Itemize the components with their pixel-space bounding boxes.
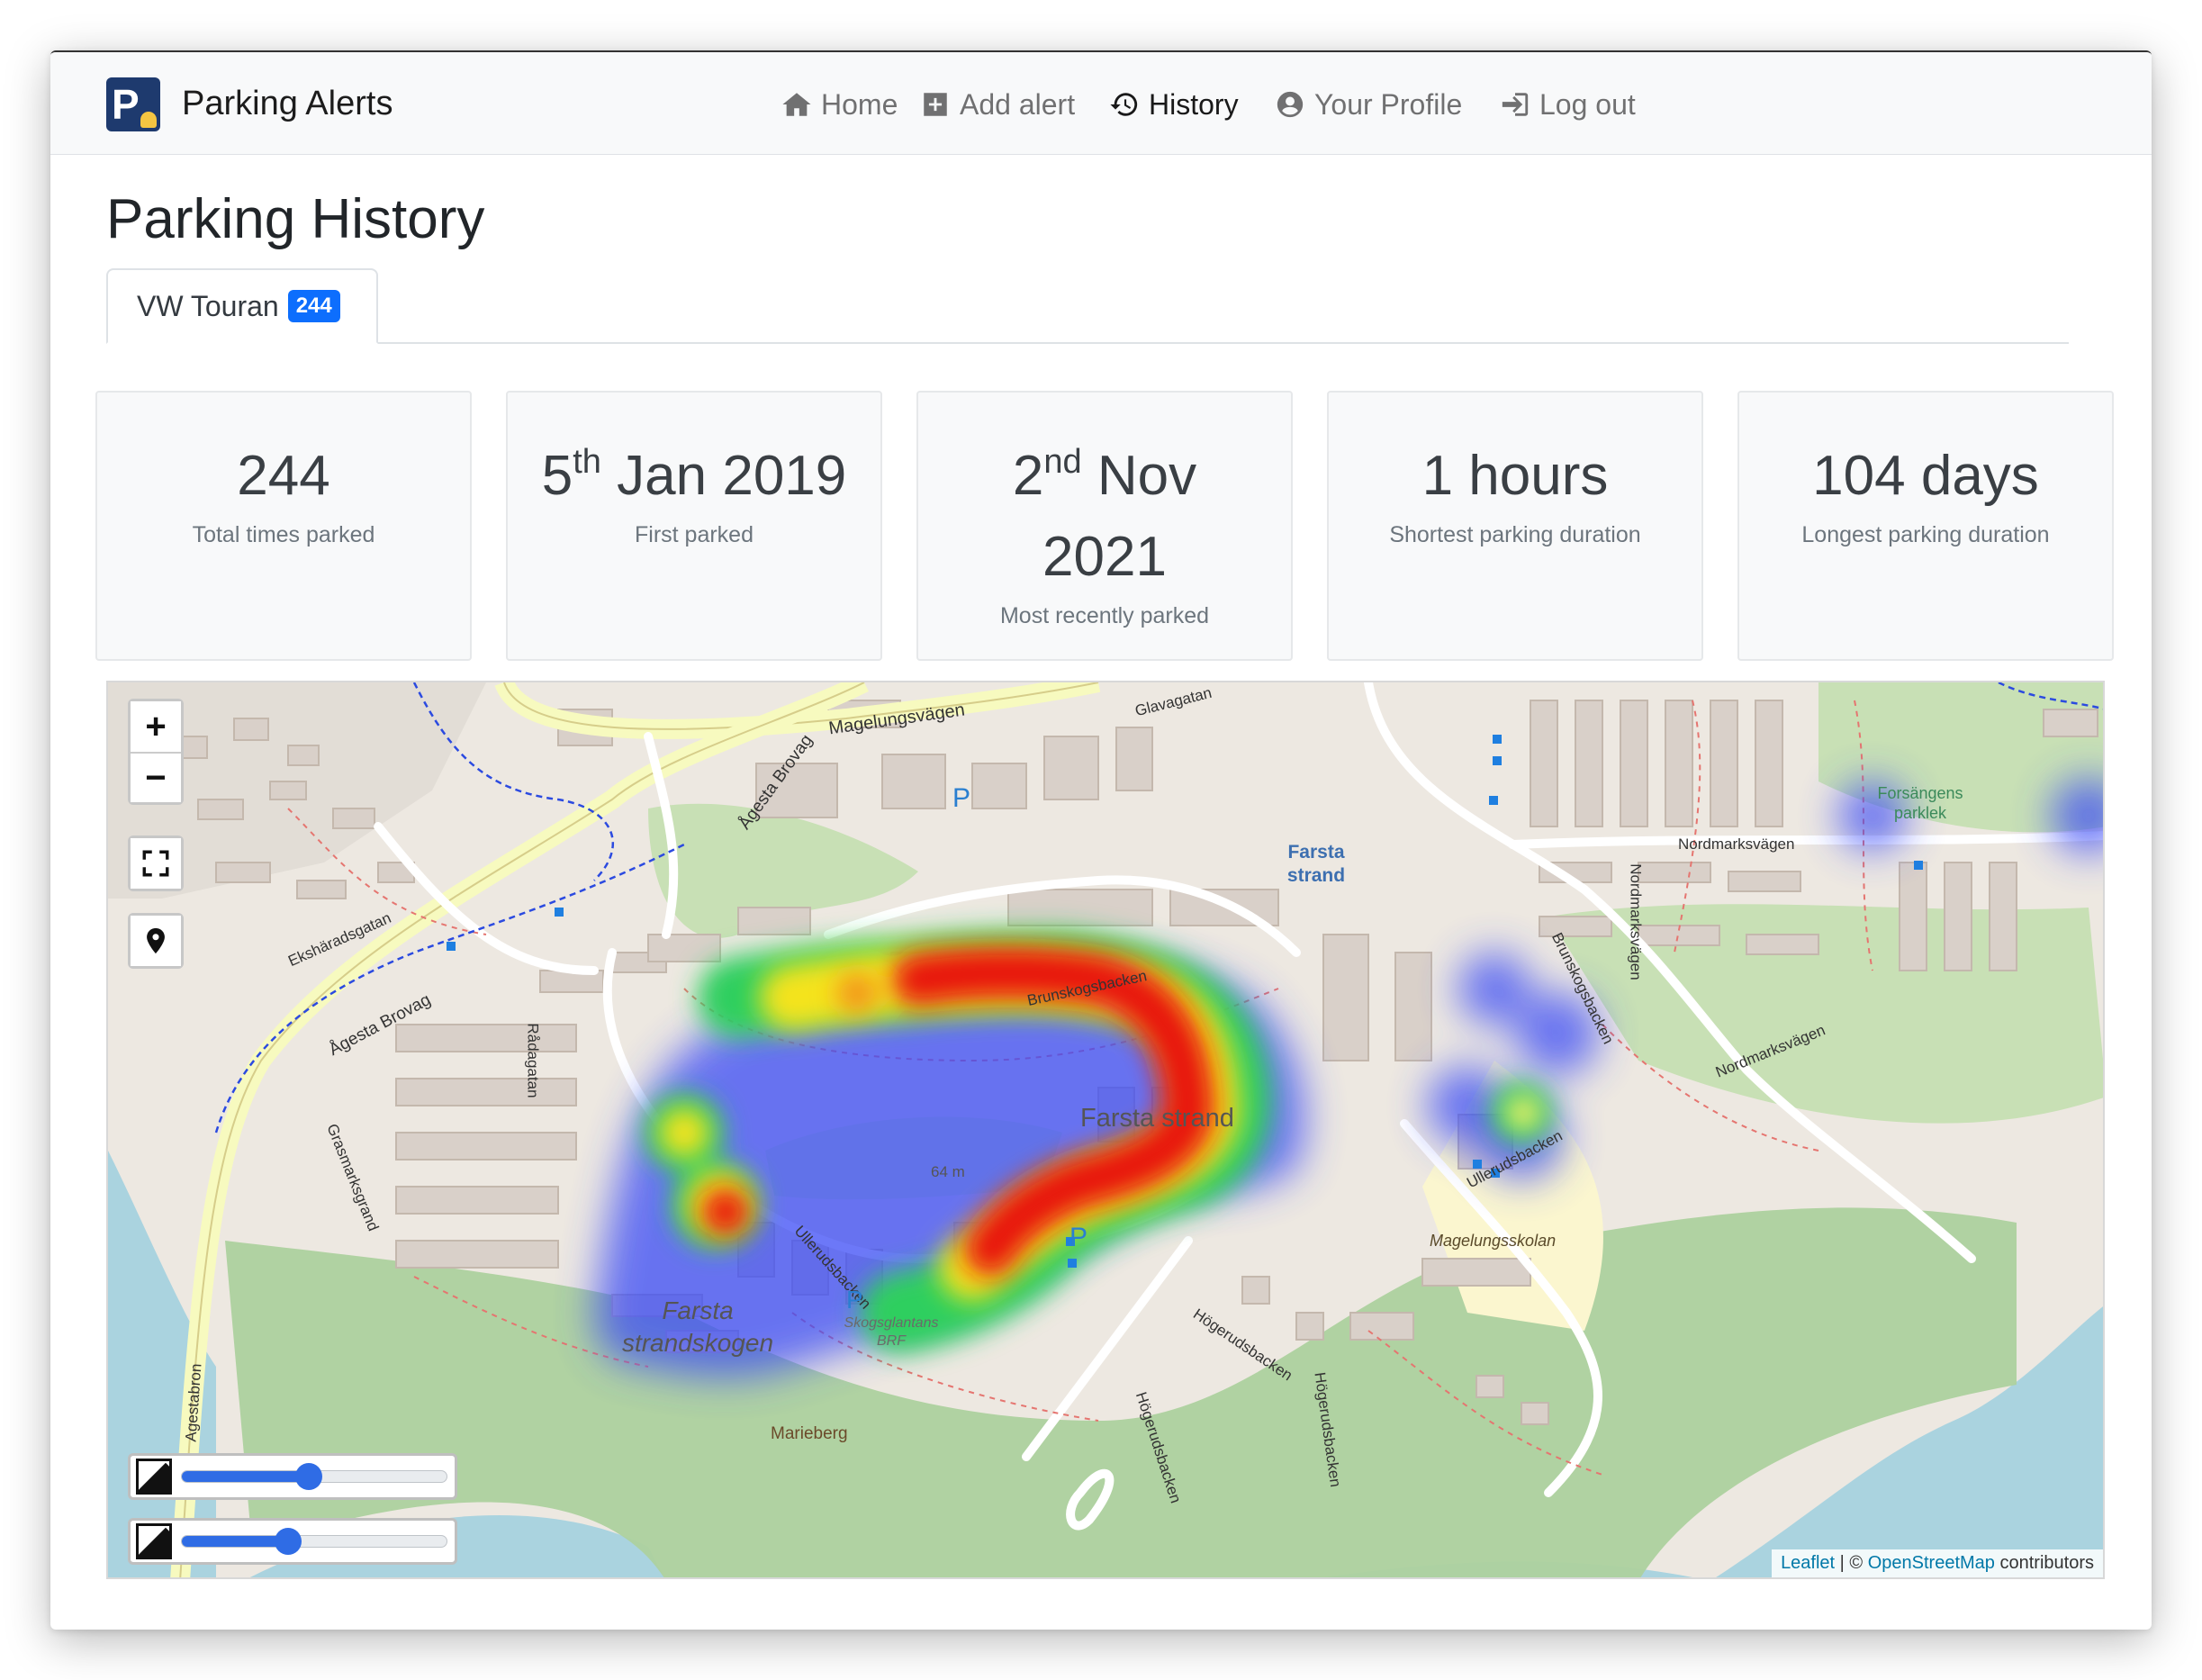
radius-slider[interactable] <box>181 1528 447 1555</box>
osm-link[interactable]: OpenStreetMap <box>1868 1553 1995 1573</box>
stat-value: 1 hours <box>1421 445 1609 507</box>
slider-fill <box>182 1536 288 1547</box>
attribution-separator: | © <box>1835 1553 1868 1573</box>
logo-letter: P <box>112 81 140 128</box>
brand-name[interactable]: Parking Alerts <box>182 85 393 123</box>
nav-logout[interactable]: Log out <box>1500 85 1636 124</box>
nav-add-alert-label: Add alert <box>960 87 1076 121</box>
stat-label: First parked <box>635 522 754 547</box>
tab-label: VW Touran <box>137 289 279 322</box>
stat-label: Most recently parked <box>999 603 1210 628</box>
nav-home[interactable]: Home <box>781 85 898 124</box>
date-suffix: nd <box>1043 443 1082 481</box>
stat-value: 5th Jan 2019 <box>508 436 880 517</box>
attribution-suffix: contributors <box>1994 1553 2094 1573</box>
navbar: P Parking Alerts Home Add alert History … <box>50 52 2152 155</box>
stat-label: Shortest parking duration <box>1389 522 1641 547</box>
map-label-magelungsskolan: Magelungsskolan <box>1430 1232 1557 1250</box>
user-circle-icon <box>1277 91 1304 118</box>
stat-card-shortest: 1 hours Shortest parking duration <box>1327 391 1703 661</box>
zoom-control: + − <box>128 699 184 805</box>
app-window: P Parking Alerts Home Add alert History … <box>50 50 2152 1630</box>
map-label-farsta-strand-station: Farsta strand <box>1286 842 1346 886</box>
locate-button[interactable] <box>128 913 184 969</box>
stat-card-first-parked: 5th Jan 2019 First parked <box>506 391 882 661</box>
tab-vw-touran[interactable]: VW Touran 244 <box>106 268 378 344</box>
plus-square-icon <box>924 93 947 116</box>
stat-label: Total times parked <box>192 522 375 547</box>
parking-icon: P <box>1069 1223 1088 1252</box>
nav-add-alert[interactable]: Add alert <box>920 85 1075 124</box>
history-icon <box>1110 93 1138 116</box>
nav-history[interactable]: History <box>1109 85 1239 124</box>
stat-value: 2nd Nov 2021 <box>988 436 1222 598</box>
map-label-skogsglantans: Skogsglantans BRF <box>844 1315 939 1349</box>
opacity-slider-control <box>128 1453 457 1500</box>
home-icon <box>782 93 811 116</box>
nav-profile[interactable]: Your Profile <box>1275 85 1462 124</box>
contrast-icon <box>136 1523 172 1559</box>
map-label-nordmarksvagen-1: Nordmarksvägen <box>1678 835 1795 853</box>
date-suffix: th <box>573 443 601 481</box>
stat-card-recent-parked: 2nd Nov 2021 Most recently parked <box>916 391 1293 661</box>
stat-value: 244 <box>237 445 330 507</box>
sign-out-icon <box>1502 93 1529 116</box>
opacity-slider[interactable] <box>181 1463 447 1490</box>
fullscreen-icon <box>142 850 169 877</box>
map-label-elevation: 64 m <box>931 1163 965 1180</box>
stat-label: Longest parking duration <box>1801 522 2050 547</box>
date-rest: Jan 2019 <box>600 445 847 507</box>
stat-card-longest: 104 days Longest parking duration <box>1737 391 2114 661</box>
heatmap-map[interactable]: Farsta strand Farsta strand Farsta stran… <box>106 681 2105 1579</box>
date-day: 2 <box>1012 445 1044 507</box>
map-label-forsangens-parklek: Forsängens parklek <box>1877 784 1963 822</box>
stat-card-total: 244 Total times parked <box>95 391 472 661</box>
nav-profile-label: Your Profile <box>1314 87 1463 121</box>
slider-thumb[interactable] <box>295 1463 323 1490</box>
contrast-icon <box>136 1459 172 1495</box>
map-label-nordmarksvagen-vertical: Nordmarksvägen <box>1627 863 1645 980</box>
date-day: 5 <box>541 445 573 507</box>
map-label-farsta-strand: Farsta strand <box>1080 1104 1234 1133</box>
count-badge: 244 <box>287 290 340 322</box>
nav-history-label: History <box>1149 87 1239 121</box>
map-attribution: Leaflet | © OpenStreetMap contributors <box>1772 1549 2103 1577</box>
radius-slider-control <box>128 1518 457 1565</box>
zoom-out-button[interactable]: − <box>131 752 181 802</box>
map-label-radagatan: Rådagatan <box>524 1023 542 1098</box>
stat-value: 104 days <box>1812 445 2039 507</box>
page-title: Parking History <box>106 188 485 250</box>
nav-home-label: Home <box>821 87 898 121</box>
zoom-in-button[interactable]: + <box>131 701 181 752</box>
leaflet-link[interactable]: Leaflet <box>1781 1553 1835 1573</box>
parking-icon: P <box>846 1286 863 1314</box>
fullscreen-button[interactable] <box>128 835 184 891</box>
map-label-farsta-strandskogen: Farsta strandskogen <box>621 1296 774 1357</box>
slider-thumb[interactable] <box>274 1528 302 1555</box>
brand-logo[interactable]: P <box>106 77 160 131</box>
map-pin-icon <box>147 927 165 954</box>
tabs-divider <box>106 342 2069 344</box>
slider-fill <box>182 1471 310 1482</box>
parking-icon: P <box>952 783 971 813</box>
map-label-marieberg: Marieberg <box>771 1424 848 1443</box>
bell-icon <box>140 112 157 128</box>
nav-logout-label: Log out <box>1539 87 1636 121</box>
